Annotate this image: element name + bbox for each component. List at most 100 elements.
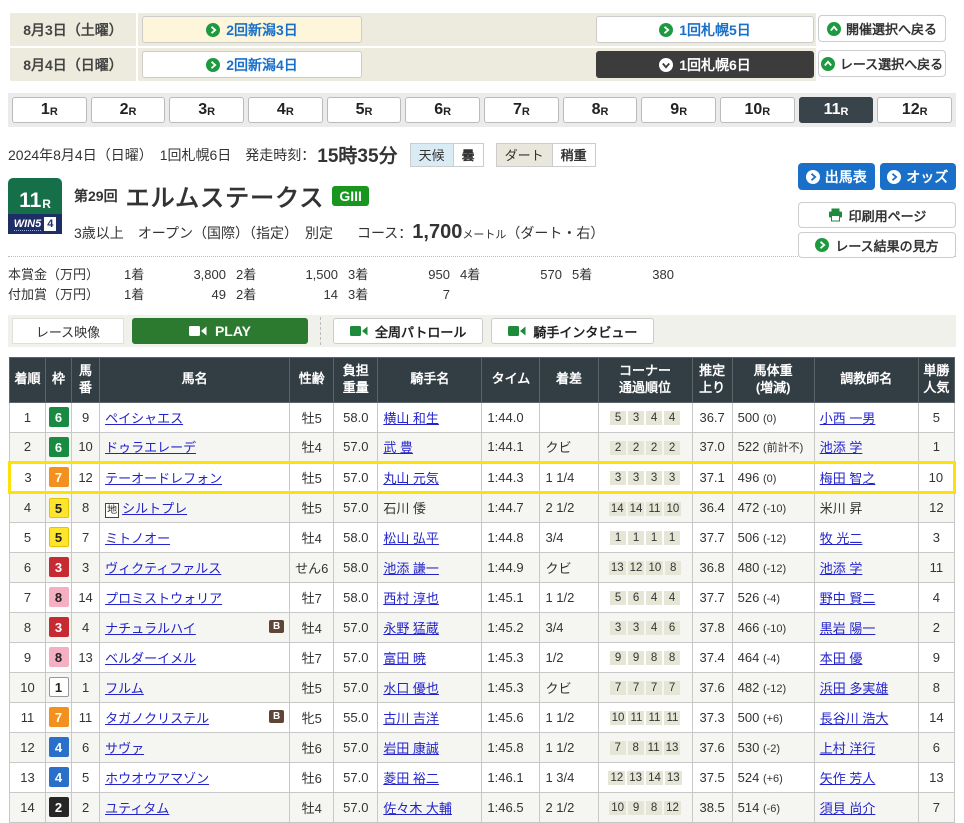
race-tab-9R[interactable]: 9R [641, 97, 716, 123]
race-tab-7R[interactable]: 7R [484, 97, 559, 123]
trainer-link[interactable]: 矢作 芳人 [820, 771, 876, 786]
time-cell: 1:44.8 [482, 522, 540, 552]
corner-position: 3 [610, 621, 626, 635]
trainer-link: 米川 昇 [820, 501, 863, 516]
race-tab-11R[interactable]: 11R [799, 97, 874, 123]
jockey-link[interactable]: 丸山 元気 [383, 471, 439, 486]
odds-button[interactable]: オッズ [880, 163, 957, 190]
jockey-link[interactable]: 武 豊 [383, 440, 413, 455]
jockey-interview-button[interactable]: 騎手インタビュー [491, 318, 654, 344]
last3f-cell: 37.3 [692, 702, 732, 732]
horse-name-link[interactable]: ベルダーイメル [105, 651, 196, 666]
win5-badge: WIN5 4 [8, 214, 62, 234]
horse-number-cell: 1 [72, 672, 100, 702]
horse-name-link[interactable]: プロミストウォリア [105, 591, 222, 606]
trainer-cell: 上村 洋行 [814, 732, 918, 762]
rank-cell: 6 [10, 552, 46, 582]
horse-name-link[interactable]: タガノクリステル [105, 711, 209, 726]
horse-name-link[interactable]: ペイシャエス [105, 411, 183, 426]
date-row-saturday: 8月3日（土曜） 2回新潟3日 1回札幌5日 [10, 13, 816, 46]
horse-number-cell: 10 [72, 432, 100, 462]
nav-button-sapporo-day6-selected[interactable]: 1回札幌6日 [596, 51, 814, 78]
weight-cell: 524 (+6) [732, 762, 814, 792]
play-button[interactable]: PLAY [132, 318, 308, 344]
result-guide-button[interactable]: レース結果の見方 [798, 232, 956, 258]
chevron-up-circle-icon [821, 57, 835, 71]
trainer-link[interactable]: 上村 洋行 [820, 741, 876, 756]
horse-name-cell: Bタガノクリステル [100, 702, 290, 732]
horse-name-link[interactable]: ドゥラエレーデ [105, 440, 196, 455]
horse-number-cell: 5 [72, 762, 100, 792]
prize-place-label: 1着 [124, 265, 164, 285]
jockey-link[interactable]: 富田 暁 [383, 651, 426, 666]
nav-button-sapporo-day5[interactable]: 1回札幌5日 [596, 16, 814, 43]
back-to-race-select-button[interactable]: レース選択へ戻る [818, 50, 946, 77]
last3f-cell: 37.7 [692, 522, 732, 552]
race-date-text: 2024年8月4日（日曜） 1回札幌6日 発走時刻： [8, 145, 315, 165]
horse-name-link[interactable]: ミトノオー [105, 531, 170, 546]
weight-cell: 526 (-4) [732, 582, 814, 612]
race-tab-6R[interactable]: 6R [405, 97, 480, 123]
trainer-link[interactable]: 梅田 智之 [820, 471, 876, 486]
race-tab-1R[interactable]: 1R [12, 97, 87, 123]
entry-table-button[interactable]: 出馬表 [798, 163, 875, 190]
jockey-link[interactable]: 西村 淳也 [383, 591, 439, 606]
horse-name-link[interactable]: ホウオウアマゾン [105, 771, 209, 786]
print-page-button[interactable]: 印刷用ページ [798, 202, 956, 228]
horse-name-link[interactable]: シルトプレ [122, 501, 187, 516]
jockey-link[interactable]: 池添 謙一 [383, 561, 439, 576]
race-tab-8R[interactable]: 8R [563, 97, 638, 123]
start-time: 15時35分 [317, 141, 397, 168]
race-tab-5R[interactable]: 5R [327, 97, 402, 123]
horse-number-cell: 3 [72, 552, 100, 582]
prize-value: 1,500 [276, 265, 338, 285]
trainer-link[interactable]: 牧 光二 [820, 531, 863, 546]
print-page-label: 印刷用ページ [849, 206, 927, 225]
results-column-header: 馬体重(増減) [732, 358, 814, 403]
trainer-link[interactable]: 黒岩 陽一 [820, 621, 876, 636]
jockey-link[interactable]: 松山 弘平 [383, 531, 439, 546]
trainer-link[interactable]: 須貝 尚介 [820, 801, 876, 816]
horse-number-cell: 8 [72, 492, 100, 522]
trainer-link[interactable]: 本田 優 [820, 651, 863, 666]
jockey-link[interactable]: 永野 猛蔵 [383, 621, 439, 636]
race-tab-3R[interactable]: 3R [169, 97, 244, 123]
jockey-link[interactable]: 横山 和生 [383, 411, 439, 426]
trainer-link[interactable]: 野中 賢二 [820, 591, 876, 606]
jockey-link[interactable]: 佐々木 大輔 [383, 801, 452, 816]
trainer-link[interactable]: 池添 学 [820, 440, 863, 455]
trainer-cell: 本田 優 [814, 642, 918, 672]
trainer-link[interactable]: 小西 一男 [820, 411, 876, 426]
horse-name-cell: ベルダーイメル [100, 642, 290, 672]
time-cell: 1:45.2 [482, 612, 540, 642]
margin-cell [540, 402, 598, 432]
jockey-link[interactable]: 岩田 康誠 [383, 741, 439, 756]
jockey-link[interactable]: 水口 優也 [383, 681, 439, 696]
results-table: 着順枠馬番馬名性齢負担重量騎手名タイム着差コーナー通過順位推定上り馬体重(増減)… [8, 357, 956, 823]
result-row: 9813ベルダーイメル牡757.0富田 暁1:45.31/2998837.446… [10, 642, 955, 672]
patrol-video-button[interactable]: 全周パトロール [333, 318, 483, 344]
nav-button-niigata-day4[interactable]: 2回新潟4日 [142, 51, 362, 78]
horse-name-link[interactable]: ユティタム [105, 801, 169, 816]
horse-name-link[interactable]: フルム [105, 681, 144, 696]
race-tab-12R[interactable]: 12R [877, 97, 952, 123]
trainer-link[interactable]: 池添 学 [820, 561, 863, 576]
back-to-meeting-select-button[interactable]: 開催選択へ戻る [818, 15, 946, 42]
race-tab-10R[interactable]: 10R [720, 97, 795, 123]
trainer-link[interactable]: 長谷川 浩大 [820, 711, 889, 726]
jockey-link[interactable]: 古川 吉洋 [383, 711, 439, 726]
trainer-cell: 梅田 智之 [814, 462, 918, 492]
horse-name-link[interactable]: ナチュラルハイ [105, 621, 196, 636]
race-tab-4R[interactable]: 4R [248, 97, 323, 123]
body-weight-diff: (0) [763, 473, 776, 485]
jockey-link[interactable]: 菱田 裕二 [383, 771, 439, 786]
horse-name-link[interactable]: テーオードレフォン [105, 471, 222, 486]
trainer-link[interactable]: 浜田 多実雄 [820, 681, 889, 696]
race-tab-2R[interactable]: 2R [91, 97, 166, 123]
weight-cell: 496 (0) [732, 462, 814, 492]
horse-name-link[interactable]: ヴィクティファルス [105, 561, 221, 576]
rank-cell: 2 [10, 432, 46, 462]
nav-button-niigata-day3[interactable]: 2回新潟3日 [142, 16, 362, 43]
horse-name-cell: ペイシャエス [100, 402, 290, 432]
horse-name-link[interactable]: サヴァ [105, 741, 144, 756]
